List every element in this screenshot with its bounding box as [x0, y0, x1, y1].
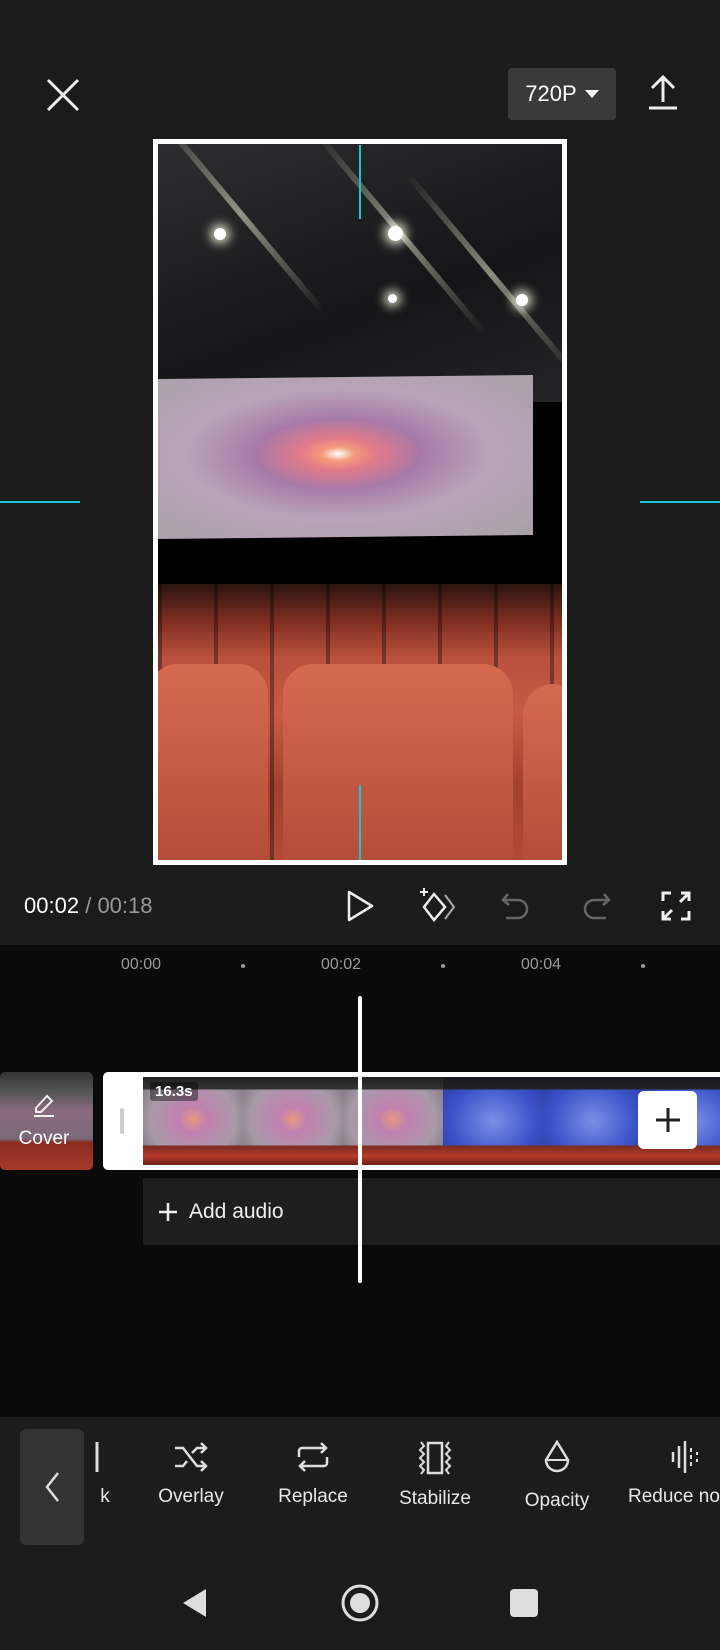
keyframe-icon [420, 888, 456, 922]
nav-recents-button[interactable] [504, 1583, 544, 1623]
drop-icon [544, 1440, 570, 1473]
tool-overlay[interactable]: Overlay [131, 1440, 251, 1508]
add-clip-button[interactable] [638, 1091, 697, 1149]
ruler-tick [241, 964, 245, 968]
close-button[interactable] [40, 72, 86, 118]
clip-thumbnail [443, 1077, 543, 1165]
current-time: 00:02 [24, 893, 80, 918]
ruler-label: 00:04 [521, 956, 562, 973]
toolbar-back-button[interactable] [20, 1429, 84, 1545]
caret-down-icon [584, 90, 599, 98]
plus-icon [655, 1108, 680, 1132]
guide-line [359, 785, 361, 860]
ruler-label: 00:02 [321, 956, 362, 973]
redo-button[interactable] [576, 884, 616, 928]
shuffle-icon [175, 1442, 208, 1472]
add-audio-button[interactable]: Add audio [143, 1178, 720, 1245]
export-button[interactable] [643, 70, 683, 114]
playhead[interactable] [358, 996, 362, 1283]
tool-reduce-noise[interactable]: Reduce no [624, 1440, 720, 1508]
total-time: 00:18 [97, 893, 153, 918]
plus-icon [159, 1202, 177, 1221]
edit-icon [34, 1094, 54, 1117]
tool-stabilize[interactable]: Stabilize [375, 1440, 495, 1510]
clip-thumbnail [243, 1077, 343, 1165]
resolution-dropdown[interactable]: 720P [508, 68, 616, 120]
stabilize-icon [418, 1441, 452, 1475]
undo-icon [501, 893, 529, 920]
ruler-label: 00:00 [121, 956, 162, 973]
nav-back-button[interactable] [175, 1583, 215, 1623]
redo-icon [583, 893, 611, 920]
time-display: 00:02 / 00:18 [24, 893, 153, 918]
cover-label: Cover [18, 1128, 70, 1149]
play-icon [347, 890, 374, 922]
cinema-screen [158, 375, 533, 539]
tool-replace[interactable]: Replace [253, 1440, 373, 1508]
video-preview[interactable] [153, 139, 567, 865]
keyframe-button[interactable] [414, 884, 458, 928]
fullscreen-icon [661, 891, 691, 921]
home-circle-icon [341, 1584, 379, 1622]
replace-icon [297, 1442, 329, 1472]
close-icon [46, 78, 80, 112]
cover-button[interactable]: Cover [0, 1072, 93, 1170]
recents-square-icon [510, 1589, 538, 1617]
nav-home-button[interactable] [339, 1582, 381, 1624]
chevron-left-icon [45, 1472, 59, 1502]
guide-line [359, 145, 361, 219]
clip-trim-handle[interactable] [120, 1108, 124, 1134]
ruler-tick [441, 964, 445, 968]
upload-icon [649, 74, 677, 110]
guide-line [640, 501, 720, 503]
fullscreen-button[interactable] [656, 884, 696, 928]
undo-button[interactable] [496, 884, 536, 928]
clip-duration: 16.3s [150, 1082, 198, 1101]
tool-opacity[interactable]: Opacity [497, 1440, 617, 1512]
guide-line [0, 501, 80, 503]
waveform-icon [671, 1441, 698, 1473]
add-audio-label: Add audio [189, 1199, 284, 1223]
play-button[interactable] [340, 884, 380, 928]
resolution-label: 720P [525, 81, 577, 106]
clip-thumbnail [543, 1077, 643, 1165]
ruler-tick [641, 964, 645, 968]
back-triangle-icon [183, 1589, 206, 1617]
